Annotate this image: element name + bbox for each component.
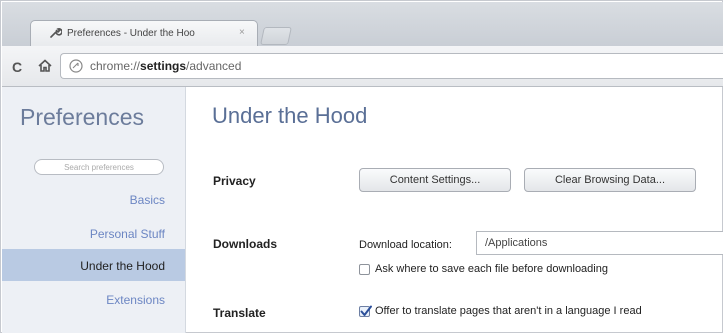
toolbar: C chrome://settings/advanced xyxy=(2,46,723,87)
download-location-label: Download location: xyxy=(359,239,452,251)
url-prefix: chrome:// xyxy=(90,59,141,73)
tab-close-icon[interactable]: × xyxy=(239,27,245,38)
home-icon[interactable] xyxy=(38,59,52,72)
url-path: /advanced xyxy=(186,59,242,73)
sidebar-item-extensions[interactable]: Extensions xyxy=(106,293,165,307)
privacy-label: Privacy xyxy=(213,174,256,188)
ask-download-checkbox[interactable] xyxy=(359,264,370,275)
address-bar[interactable]: chrome://settings/advanced xyxy=(60,53,723,79)
sidebar-item-personal-stuff[interactable]: Personal Stuff xyxy=(90,227,165,241)
offer-translate-checkbox[interactable] xyxy=(359,305,372,317)
sidebar-item-label: Under the Hood xyxy=(80,259,165,273)
browser-window: Preferences - Under the Hoo × C chrome:/… xyxy=(0,0,723,333)
sidebar-item-under-the-hood[interactable]: Under the Hood xyxy=(2,249,185,281)
search-input[interactable] xyxy=(34,159,164,175)
url-text: chrome://settings/advanced xyxy=(90,59,241,73)
url-host: settings xyxy=(140,59,187,73)
wrench-icon xyxy=(50,28,62,38)
sidebar-item-basics[interactable]: Basics xyxy=(130,193,165,207)
reload-icon[interactable]: C xyxy=(12,59,22,75)
page-title: Under the Hood xyxy=(212,103,368,128)
sidebar: Preferences Basics Personal Stuff Under … xyxy=(2,87,186,333)
tab-title: Preferences - Under the Hoo xyxy=(67,28,195,39)
translate-label: Translate xyxy=(213,306,266,320)
offer-translate-label: Offer to translate pages that aren't in … xyxy=(375,305,642,317)
tab-strip: Preferences - Under the Hoo × xyxy=(2,2,723,47)
download-location-field[interactable] xyxy=(476,231,723,255)
new-tab-button[interactable] xyxy=(260,27,292,45)
downloads-label: Downloads xyxy=(213,237,278,251)
content-settings-button[interactable]: Content Settings... xyxy=(359,168,511,192)
checkmark-icon xyxy=(360,305,372,316)
clear-browsing-data-button[interactable]: Clear Browsing Data... xyxy=(524,168,696,192)
tab-preferences[interactable]: Preferences - Under the Hoo × xyxy=(30,20,258,47)
ask-download-label: Ask where to save each file before downl… xyxy=(375,263,608,275)
sidebar-title: Preferences xyxy=(20,104,145,130)
page-icon xyxy=(69,59,83,73)
